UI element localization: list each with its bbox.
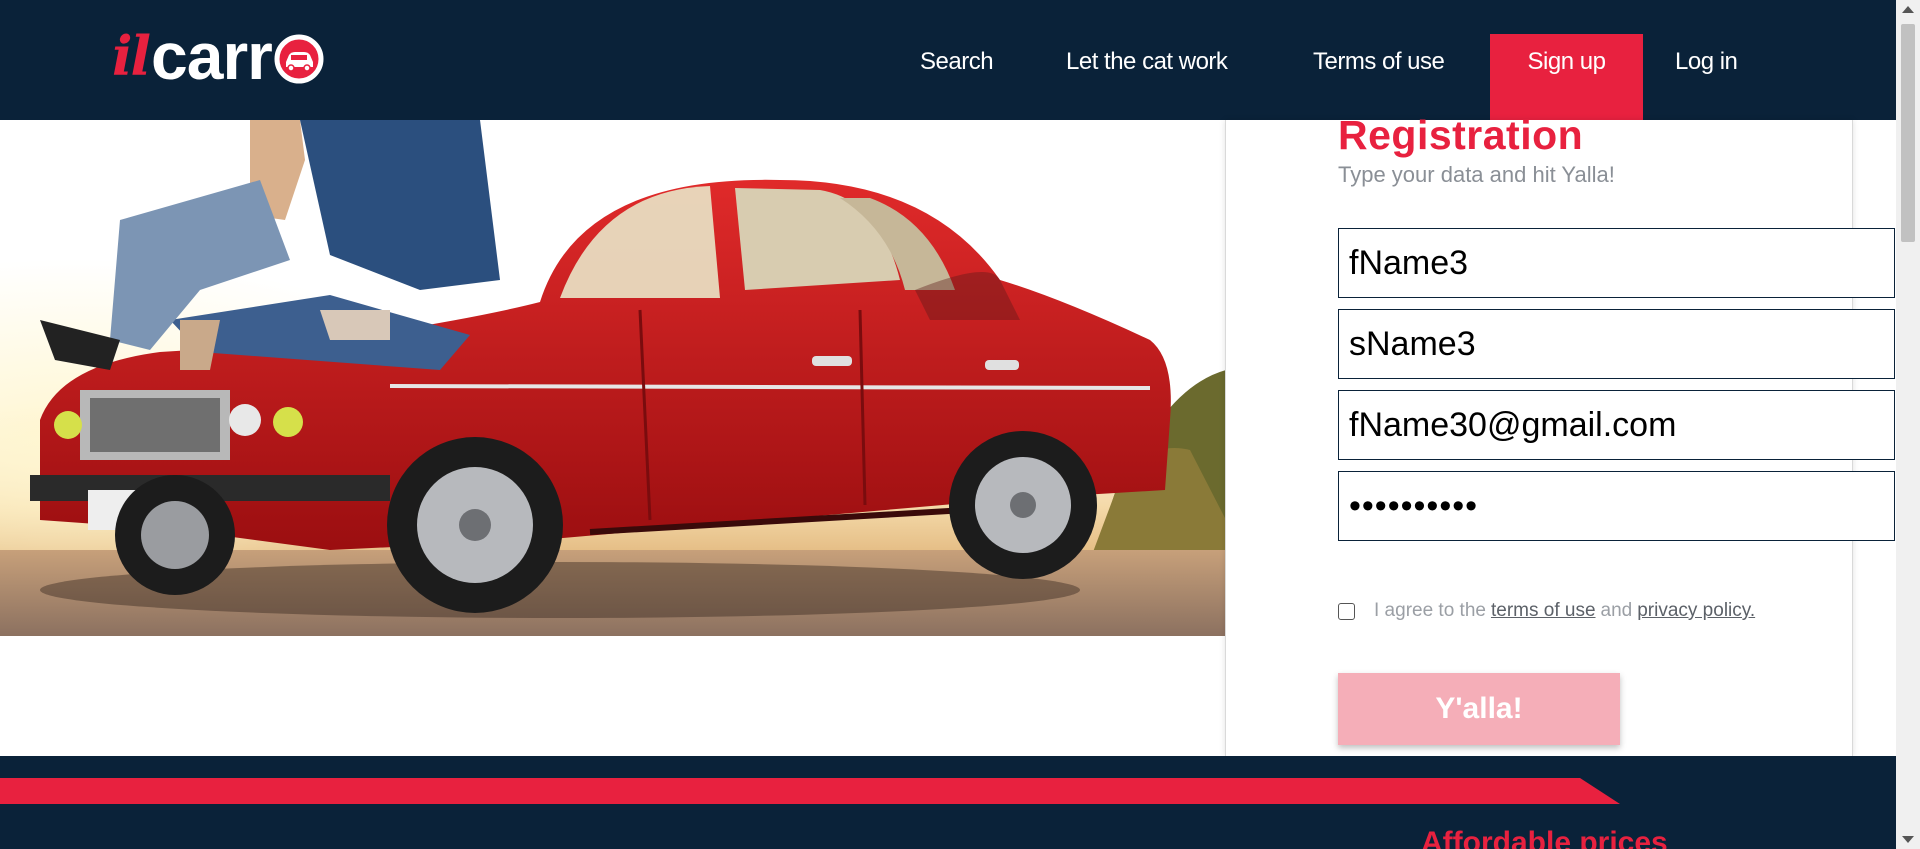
page-scrollbar[interactable] [1896, 0, 1920, 849]
scrollbar-thumb[interactable] [1901, 24, 1915, 242]
yalla-submit-button[interactable]: Y'alla! [1338, 673, 1620, 745]
car-in-circle-icon [274, 34, 324, 84]
privacy-policy-link[interactable]: privacy policy. [1637, 600, 1755, 622]
terms-agreement-row: I agree to the terms of use and privacy … [1338, 600, 1755, 622]
terms-of-use-link[interactable]: terms of use [1491, 600, 1596, 622]
registration-title: Registration [1338, 112, 1584, 158]
logo-il-text: il [112, 24, 151, 88]
nav-terms-link[interactable]: Terms of use [1313, 34, 1445, 86]
chevron-down-icon[interactable] [1902, 836, 1914, 843]
hero-car-image [0, 120, 1226, 636]
footer-section: Affordable prices [0, 756, 1896, 849]
chevron-up-icon[interactable] [1902, 6, 1914, 13]
nav-log-in-label: Log in [1675, 48, 1738, 75]
email-input[interactable] [1338, 390, 1895, 460]
nav-search-label: Search [920, 48, 994, 75]
nav-sign-up-label: Sign up [1527, 48, 1606, 75]
footer-affordable-prices: Affordable prices [1421, 826, 1668, 849]
last-name-input[interactable] [1338, 309, 1895, 379]
nav-terms-label: Terms of use [1313, 48, 1445, 75]
terms-checkbox[interactable] [1338, 602, 1355, 620]
first-name-input[interactable] [1338, 228, 1895, 298]
top-navbar: il carr Search Let the cat work Terms of… [0, 0, 1896, 125]
nav-search-link[interactable]: Search [920, 34, 994, 86]
footer-red-stripe [0, 778, 1620, 804]
nav-let-cat-work-link[interactable]: Let the cat work [1066, 34, 1228, 86]
agree-and-text: and [1600, 600, 1633, 621]
registration-subtitle: Type your data and hit Yalla! [1338, 162, 1615, 187]
nav-let-cat-work-label: Let the cat work [1066, 48, 1228, 75]
agree-prefix-text: I agree to the [1374, 600, 1486, 621]
logo-carr-text: carr [151, 19, 273, 93]
ilcarro-logo[interactable]: il carr [112, 19, 324, 93]
nav-log-in-link[interactable]: Log in [1675, 34, 1738, 86]
password-input[interactable] [1338, 471, 1895, 541]
